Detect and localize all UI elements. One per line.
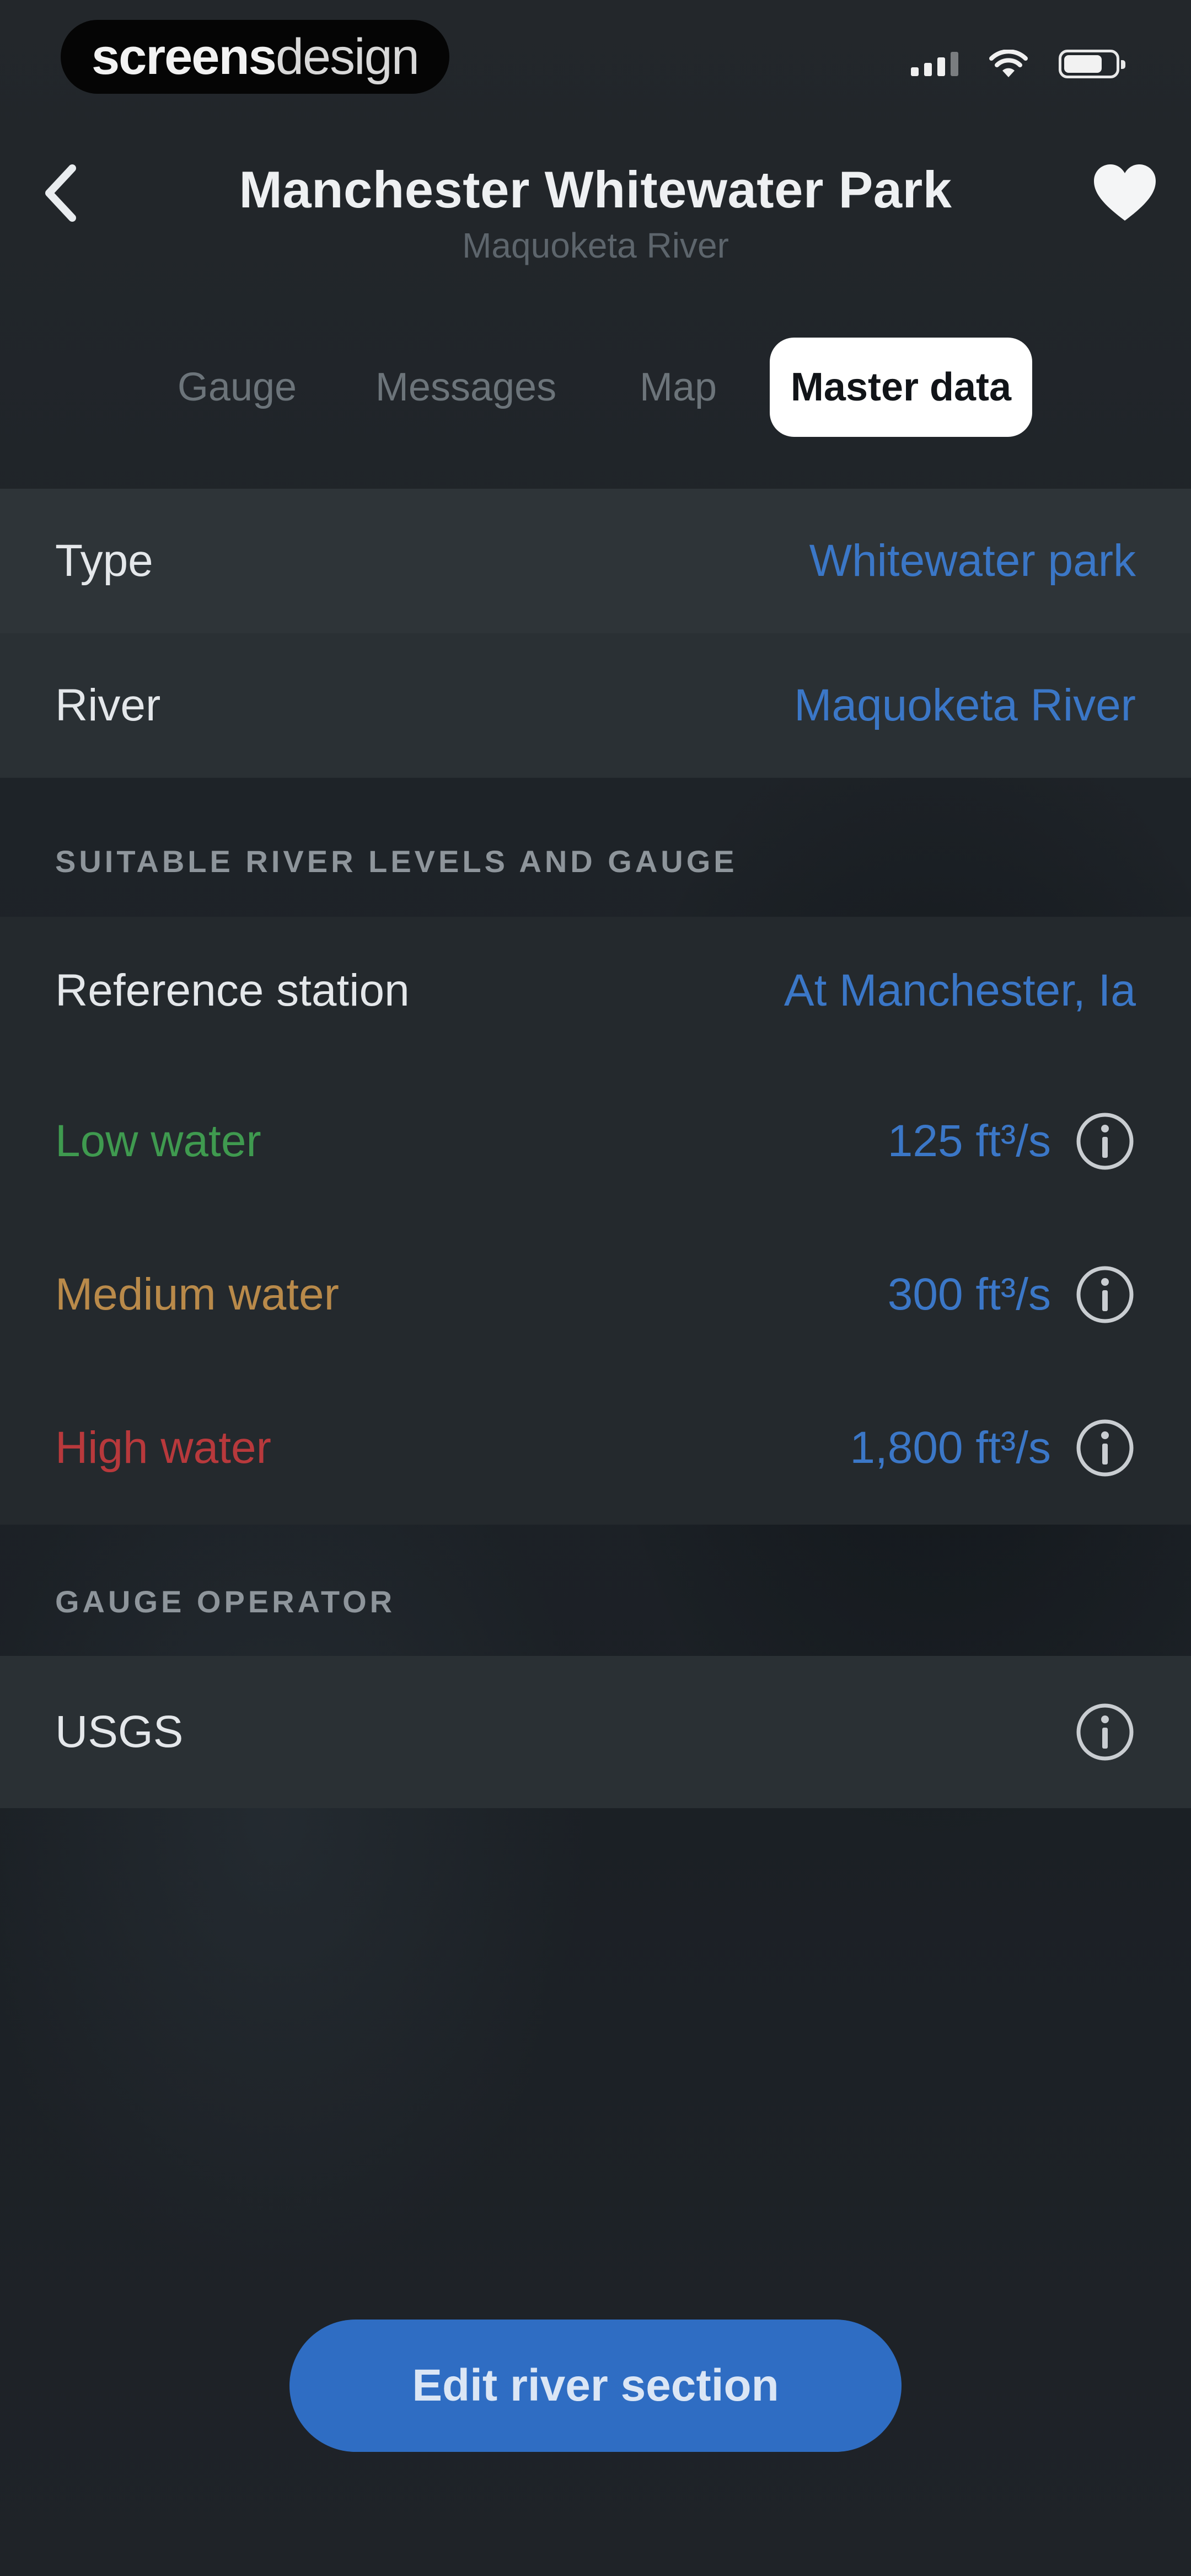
tab-gauge[interactable]: Gauge (157, 338, 317, 437)
info-icon (1076, 1703, 1134, 1761)
medium-water-value: 300 ft³/s (887, 1269, 1051, 1319)
info-icon (1076, 1266, 1134, 1323)
tab-master-data[interactable]: Master data (770, 338, 1032, 437)
watermark-bold: screens (92, 28, 277, 85)
watermark-logo: screens design (61, 20, 449, 94)
operator-name: USGS (55, 1707, 184, 1757)
reference-station-label: Reference station (55, 965, 410, 1016)
low-water-label: Low water (55, 1116, 261, 1166)
medium-water-row: Medium water 300 ft³/s (0, 1218, 1191, 1371)
low-water-row: Low water 125 ft³/s (0, 1065, 1191, 1218)
low-water-value: 125 ft³/s (887, 1116, 1051, 1166)
edit-river-section-button[interactable]: Edit river section (289, 2320, 902, 2452)
operator-info-button[interactable] (1074, 1701, 1136, 1763)
reference-station-link[interactable]: At Manchester, Ia (784, 965, 1136, 1017)
status-bar: screens design (0, 0, 1191, 127)
status-icons (911, 50, 1125, 78)
type-row: Type Whitewater park (0, 489, 1191, 633)
levels-section: Reference station At Manchester, Ia Low … (0, 917, 1191, 1525)
master-data-section: Type Whitewater park River Maquoketa Riv… (0, 489, 1191, 778)
high-water-value: 1,800 ft³/s (850, 1423, 1051, 1473)
operator-row: USGS (0, 1656, 1191, 1808)
medium-water-info-button[interactable] (1074, 1264, 1136, 1326)
info-icon (1076, 1419, 1134, 1477)
heart-icon (1094, 164, 1156, 221)
info-icon (1076, 1113, 1134, 1170)
type-value-link[interactable]: Whitewater park (809, 535, 1136, 587)
river-value-link[interactable]: Maquoketa River (794, 680, 1136, 731)
reference-station-row: Reference station At Manchester, Ia (0, 917, 1191, 1065)
high-water-row: High water 1,800 ft³/s (0, 1371, 1191, 1525)
medium-water-label: Medium water (55, 1269, 339, 1319)
high-water-info-button[interactable] (1074, 1417, 1136, 1479)
operator-section-header: GAUGE OPERATOR (55, 1584, 396, 1619)
header: Manchester Whitewater Park Maquoketa Riv… (0, 127, 1191, 292)
tab-messages[interactable]: Messages (353, 338, 579, 437)
river-label: River (55, 680, 161, 730)
signal-icon (911, 52, 958, 76)
watermark-light: design (275, 28, 420, 85)
low-water-info-button[interactable] (1074, 1110, 1136, 1172)
tab-map[interactable]: Map (618, 338, 739, 437)
favorite-button[interactable] (1086, 160, 1163, 226)
wifi-icon (989, 50, 1028, 77)
levels-section-header: SUITABLE RIVER LEVELS AND GAUGE (55, 843, 738, 879)
page-title: Manchester Whitewater Park (239, 161, 952, 218)
type-label: Type (55, 536, 153, 586)
page-subtitle: Maquoketa River (462, 226, 729, 265)
operator-section: USGS (0, 1656, 1191, 1808)
high-water-label: High water (55, 1423, 271, 1473)
battery-icon (1059, 50, 1125, 78)
river-row: River Maquoketa River (0, 633, 1191, 778)
tab-bar: Gauge Messages Map Master data (0, 338, 1191, 437)
